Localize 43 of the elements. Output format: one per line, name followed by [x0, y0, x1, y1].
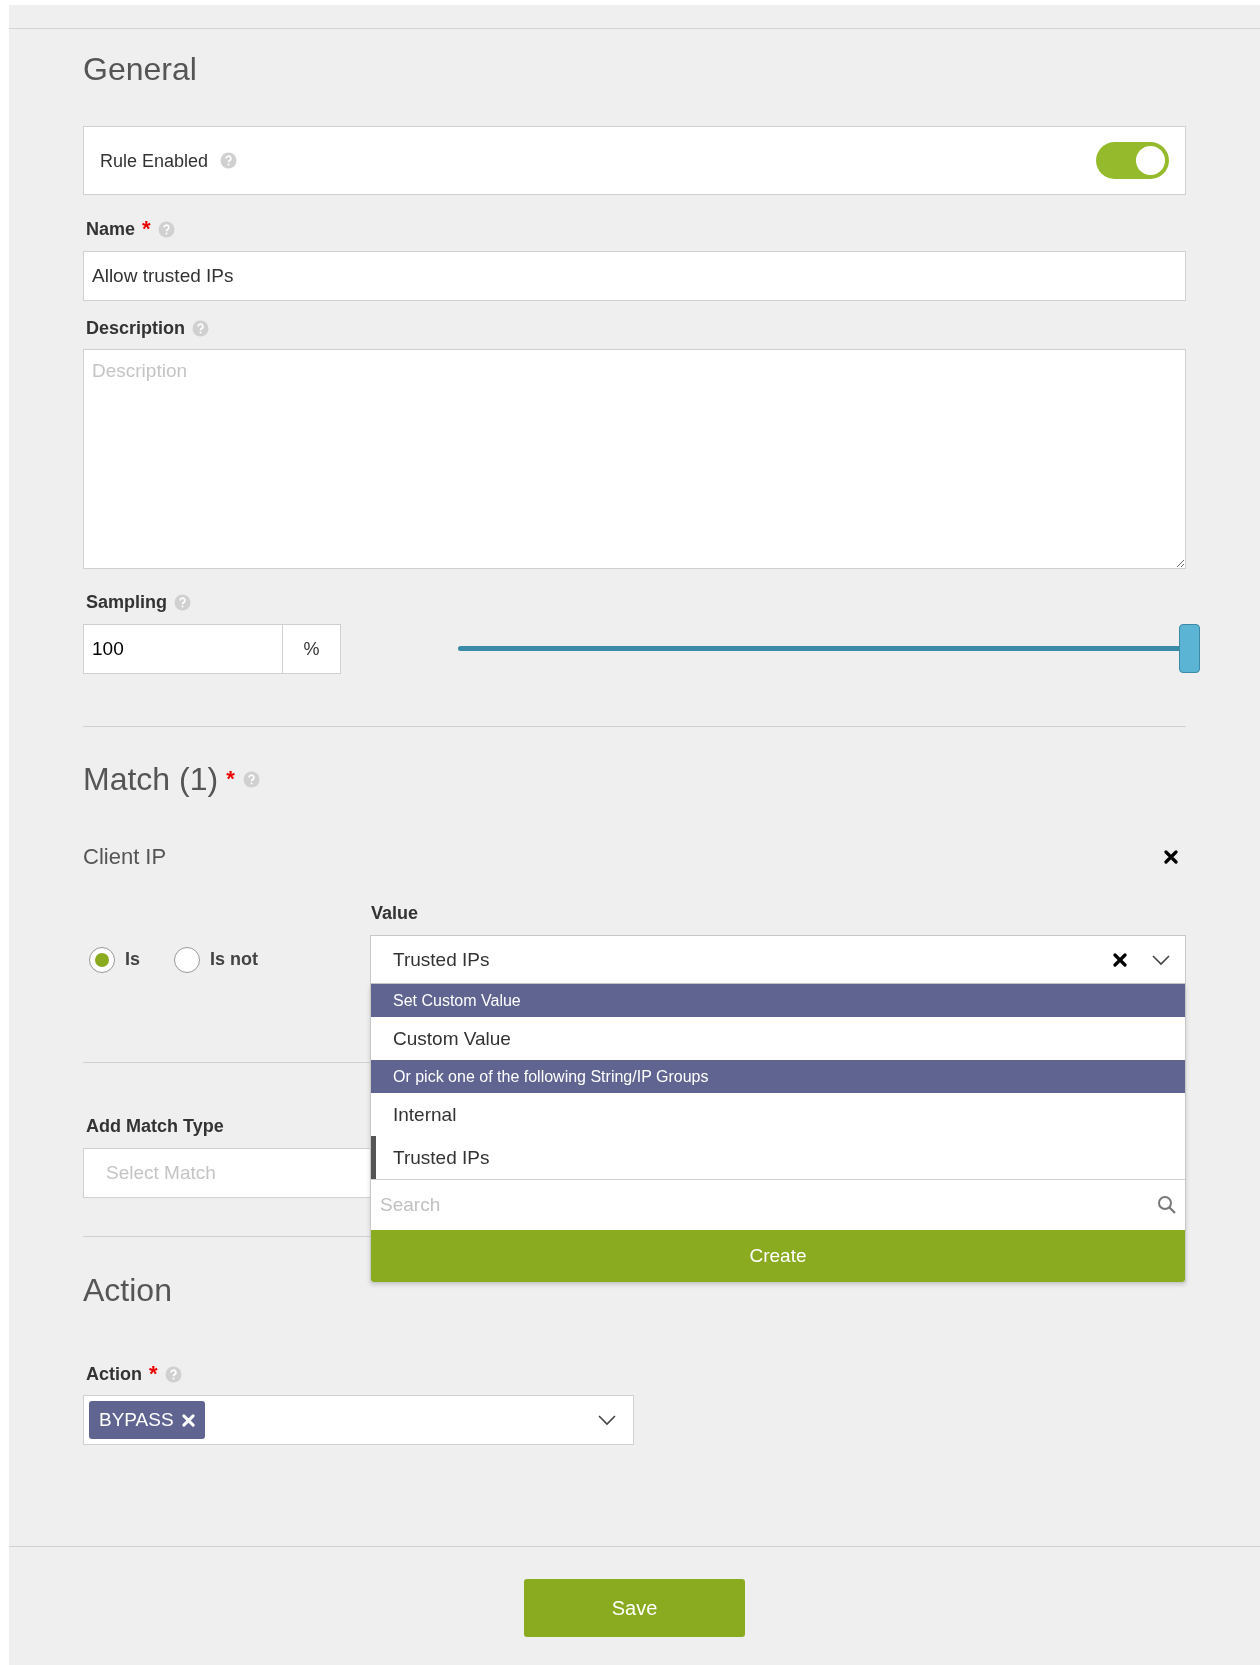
field-label: Description: [86, 317, 186, 340]
field-label: Value: [371, 902, 419, 925]
group-header: Set Custom Value: [371, 984, 1185, 1017]
toggle-switch[interactable]: [1096, 142, 1169, 179]
close-icon[interactable]: [1164, 850, 1178, 864]
condition-title: Client IP: [83, 844, 167, 870]
radio-button[interactable]: [89, 946, 115, 973]
radio-option[interactable]: Is not: [174, 946, 258, 973]
help-icon[interactable]: [242, 770, 260, 788]
action-tag: BYPASS: [89, 1401, 205, 1439]
field-label: Rule Enabled: [100, 149, 209, 173]
field-label: Action: [86, 1363, 142, 1386]
close-icon[interactable]: [1113, 952, 1127, 967]
radio-option[interactable]: Is: [89, 946, 140, 973]
dropdown-option[interactable]: Custom Value: [371, 1017, 1185, 1060]
value-select[interactable]: Trusted IPs: [370, 935, 1186, 984]
group-header: Or pick one of the following String/IP Groups: [371, 1060, 1185, 1093]
help-icon[interactable]: [164, 1365, 182, 1383]
action-select[interactable]: BYPASS: [83, 1395, 634, 1445]
required-mark: *: [149, 1362, 158, 1386]
radio-button[interactable]: [174, 946, 200, 973]
description-field[interactable]: Description: [83, 349, 1186, 569]
section-title: Match (1): [83, 760, 219, 799]
slider-thumb[interactable]: [1179, 624, 1200, 673]
section-title: General: [83, 50, 197, 89]
chevron-down-icon[interactable]: [597, 1414, 617, 1426]
unit-label: %: [302, 637, 321, 661]
search-icon: [1157, 1195, 1177, 1215]
sampling-field[interactable]: 100 %: [83, 624, 341, 674]
help-icon[interactable]: [220, 152, 238, 169]
chevron-down-icon[interactable]: [1151, 953, 1171, 966]
field-label: Add Match Type: [86, 1115, 224, 1138]
field-label: Sampling: [86, 591, 167, 614]
field-label: Name: [86, 218, 136, 241]
help-icon[interactable]: [157, 220, 175, 238]
required-mark: *: [142, 217, 151, 241]
section-title: Action: [83, 1271, 172, 1310]
dropdown-option[interactable]: Internal: [371, 1093, 1185, 1136]
help-icon[interactable]: [192, 319, 210, 337]
help-icon[interactable]: [174, 593, 191, 611]
slider[interactable]: [458, 624, 1200, 674]
required-mark: *: [226, 765, 235, 793]
name-field[interactable]: Allow trusted IPs: [83, 251, 1186, 301]
